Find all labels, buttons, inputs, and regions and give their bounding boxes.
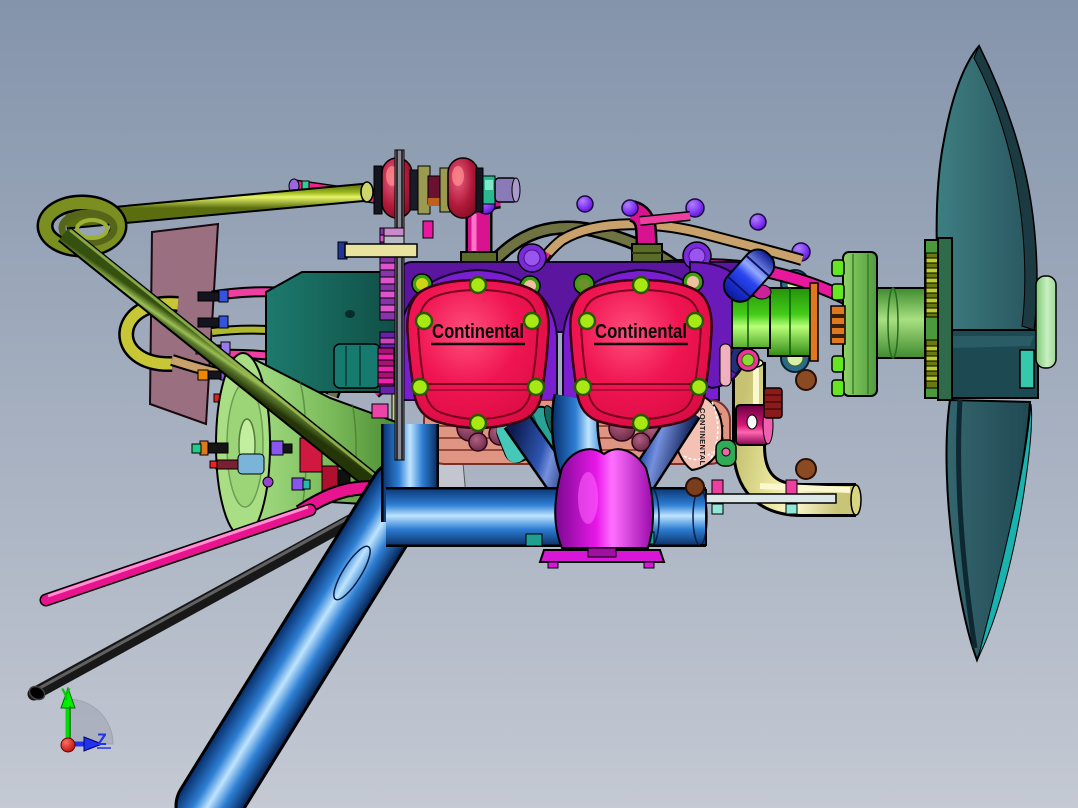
plug-maroon: [631, 432, 651, 452]
pitch-nut: [1019, 349, 1035, 389]
cad-viewport[interactable]: CONTINENTAL Continental Continental Y Z: [0, 0, 1078, 808]
valve-cover-left: Continental: [406, 275, 550, 433]
axis-z-label: Z: [97, 730, 107, 749]
axis-y-label: Y: [61, 685, 71, 704]
valve-cover-brand-text: Continental: [432, 321, 524, 343]
axis-origin: [60, 737, 76, 753]
bolt-ring-pink: [736, 348, 760, 372]
intake-brand-text: CONTINENTAL: [698, 408, 707, 466]
pitch-cylinder: [1035, 275, 1057, 369]
plug-brown: [795, 369, 817, 391]
primer-rod: [337, 241, 418, 260]
valve-cover-brand-text: Continental: [595, 321, 687, 343]
plug-brown: [795, 458, 817, 480]
valve-cover-right: Continental: [569, 275, 713, 433]
exhaust-crosspipe: [386, 487, 708, 547]
shim-disc-orange: [809, 282, 819, 362]
plug-maroon: [468, 432, 488, 452]
spinner-backplate: [937, 237, 953, 401]
plug-brown-ring: [685, 477, 705, 497]
hose-clamp: [422, 220, 434, 239]
